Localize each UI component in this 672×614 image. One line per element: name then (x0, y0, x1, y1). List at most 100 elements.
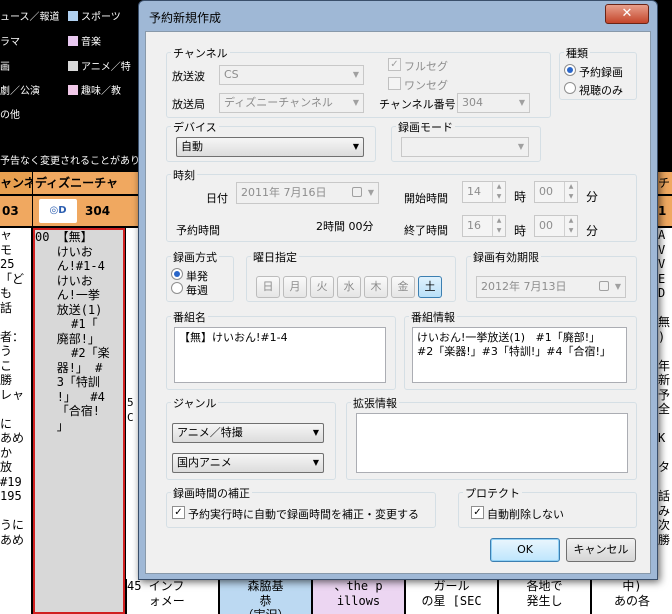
rec-mode-group-label: 録画モード (396, 119, 455, 135)
spinner-arrows-icon[interactable]: ▲ ▼ (492, 182, 505, 202)
kind-option-record: 予約録画 (579, 66, 623, 79)
kind-radio-watch[interactable] (564, 82, 576, 94)
device-select[interactable]: 自動 ▼ (176, 137, 364, 157)
close-button[interactable]: ✕ (605, 4, 649, 24)
ok-button[interactable]: OK (490, 538, 560, 562)
program-cell[interactable]: ガール の星 [SEC (405, 579, 497, 614)
channel-number-right: 1 (658, 196, 672, 226)
legend-swatch (68, 11, 78, 21)
rec-correction-label: 予約実行時に自動で録画時間を補正・変更する (188, 508, 419, 521)
program-cell[interactable]: 中) あの各 (591, 579, 672, 614)
time-group-label: 時刻 (171, 167, 197, 183)
program-cell[interactable]: 45 インフ ォメー (126, 579, 218, 614)
station-select[interactable]: ディズニーチャンネル ▼ (219, 93, 364, 113)
protect-checkbox[interactable]: ✓ (471, 506, 484, 519)
start-minute-unit: 分 (586, 190, 599, 204)
rec-correction-group-label: 録画時間の補正 (171, 485, 252, 501)
day-button-thu[interactable]: 木 (364, 276, 388, 298)
day-button-wed[interactable]: 水 (337, 276, 361, 298)
calendar-icon (599, 281, 609, 291)
channel-number-left: 03 (0, 196, 32, 226)
station-label: 放送局 (172, 98, 205, 111)
legend-swatch (68, 36, 78, 46)
oneseg-checkbox[interactable] (388, 77, 401, 90)
program-cell[interactable]: 各地で 発生し (498, 579, 590, 614)
channel-header-right: チ (658, 172, 672, 194)
ext-info-group-label: 拡張情報 (351, 395, 399, 411)
fullseg-label: フルセグ (404, 60, 448, 73)
rec-correction-checkbox[interactable]: ✓ (172, 506, 185, 519)
channel-header-left: ャンネ (0, 172, 32, 194)
rec-method-option-weekly: 毎週 (186, 284, 208, 297)
chevron-down-icon: ▼ (352, 98, 359, 107)
start-hour-spinner[interactable]: 14 ▲ ▼ (462, 181, 506, 203)
program-info-group-label: 番組情報 (409, 309, 457, 325)
genre-group-label: ジャンル (171, 395, 219, 411)
program-column-right[interactable]: AV VE D 無 ) 年 新 予 全 K タ 話 み 次 勝 (658, 228, 672, 614)
day-button-tue[interactable]: 火 (310, 276, 334, 298)
program-info-text[interactable]: けいおん!一挙放送(1) #1「廃部!」 #2「楽器!」#3「特訓!」#4「合宿… (412, 327, 627, 383)
kind-radio-record[interactable] (564, 64, 576, 76)
genre-sub-select[interactable]: 国内アニメ ▼ (172, 453, 324, 473)
dialog-client: チャンネル 放送波 CS ▼ 放送局 ディズニーチャンネル ▼ ✓ フルセグ ワンセ… (145, 31, 651, 574)
day-button-fri[interactable]: 金 (391, 276, 415, 298)
channel-number-select[interactable]: 304 ▼ (457, 93, 530, 113)
broadcast-wave-select[interactable]: CS ▼ (219, 65, 364, 85)
chevron-down-icon: ▼ (614, 282, 621, 291)
chevron-down-icon: ▼ (352, 142, 359, 151)
legend-row: 劇／公演 趣味／教 (0, 85, 121, 97)
chevron-down-icon: ▼ (517, 142, 524, 151)
expiry-date-picker[interactable]: 2012年 7月13日 ▼ (476, 276, 626, 298)
title-bar[interactable]: 予約新規作成 ✕ (139, 1, 657, 31)
program-cell[interactable]: 森脇基 恭 （実況） (219, 579, 311, 614)
end-minute-spinner[interactable]: 00 ▲ ▼ (534, 215, 578, 237)
close-icon: ✕ (621, 6, 633, 21)
chevron-down-icon: ▼ (312, 458, 319, 467)
start-minute-spinner[interactable]: 00 ▲ ▼ (534, 181, 578, 203)
disney-channel-logo: ◎D (39, 199, 77, 223)
rec-method-radio-single[interactable] (171, 268, 183, 280)
day-button-sun[interactable]: 日 (256, 276, 280, 298)
channel-number-cell[interactable]: ◎D 304 (33, 196, 138, 226)
program-cell[interactable]: 、the p illows (312, 579, 404, 614)
weekday-buttons: 日 月 火 水 木 金 土 (256, 276, 446, 298)
ext-info-text[interactable] (356, 413, 628, 473)
program-cell-keion[interactable]: 00 【無】 けいお ん!#1-4 けいお ん!一挙 放送(1) #1「 廃部!… (33, 228, 125, 614)
spinner-arrows-icon[interactable]: ▲ ▼ (564, 182, 577, 202)
cancel-button[interactable]: キャンセル (566, 538, 636, 562)
fullseg-checkbox[interactable]: ✓ (388, 58, 401, 71)
end-hour-unit: 時 (514, 224, 527, 238)
genre-main-select[interactable]: アニメ／特撮 ▼ (172, 423, 324, 443)
oneseg-label: ワンセグ (404, 79, 448, 92)
program-name-input[interactable]: 【無】けいおん!#1-4 (174, 327, 386, 383)
broadcast-wave-label: 放送波 (172, 70, 205, 83)
day-button-sat[interactable]: 土 (418, 276, 442, 298)
rec-method-group-label: 録画方式 (171, 249, 219, 265)
device-group-label: デバイス (171, 119, 219, 135)
rec-method-radio-weekly[interactable] (171, 282, 183, 294)
protect-group-label: プロテクト (463, 485, 522, 501)
chevron-down-icon: ▼ (312, 428, 319, 437)
start-time-label: 開始時間 (404, 192, 448, 205)
channel-number-label: チャンネル番号 (379, 98, 456, 111)
spinner-arrows-icon[interactable]: ▲ ▼ (492, 216, 505, 236)
weekday-group-label: 曜日指定 (251, 249, 299, 265)
calendar-icon (352, 187, 362, 197)
rec-mode-select[interactable]: ▼ (401, 137, 529, 157)
chevron-down-icon: ▼ (352, 70, 359, 79)
expiry-group-label: 録画有効期限 (471, 249, 541, 265)
date-label: 日付 (206, 192, 228, 205)
chevron-down-icon: ▼ (518, 98, 525, 107)
chevron-down-icon: ▼ (367, 188, 374, 197)
channel-group-label: チャンネル (171, 45, 230, 61)
day-button-mon[interactable]: 月 (283, 276, 307, 298)
date-picker[interactable]: 2011年 7月16日 ▼ (236, 182, 379, 204)
reservation-dialog: 予約新規作成 ✕ チャンネル 放送波 CS ▼ 放送局 ディズニーチャンネル ▼ ✓… (138, 0, 658, 580)
end-hour-spinner[interactable]: 16 ▲ ▼ (462, 215, 506, 237)
epg-notice: 予告なく変更されることがありま (0, 156, 150, 167)
spinner-arrows-icon[interactable]: ▲ ▼ (564, 216, 577, 236)
program-column-left[interactable]: ャ モ 25 「ど も 話 者： う こ 勝 レャ に あめ か 放 #19 1… (0, 228, 31, 614)
reserve-time-value: 2時間 00分 (316, 220, 374, 233)
kind-option-watch: 視聴のみ (579, 84, 623, 97)
program-name-group-label: 番組名 (171, 309, 208, 325)
